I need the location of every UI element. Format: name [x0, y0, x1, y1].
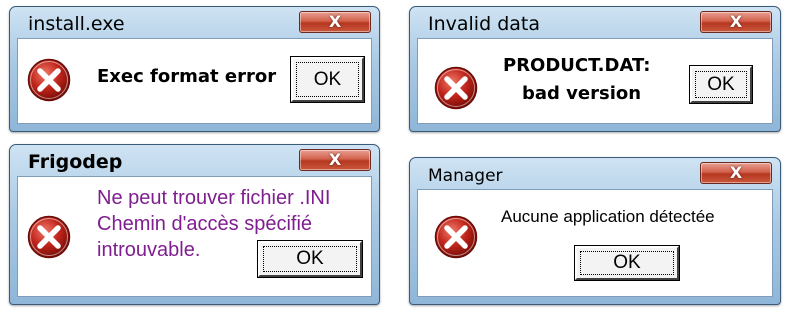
close-button[interactable]: X — [700, 11, 772, 33]
close-button[interactable]: X — [299, 149, 371, 171]
error-icon — [27, 58, 71, 102]
close-icon: X — [729, 12, 743, 31]
dialog-invalid-data: Invalid data X PRODUCT.DAT: bad version … — [409, 6, 781, 132]
ok-button-label: OK — [613, 252, 641, 273]
ok-button[interactable]: OK — [290, 56, 365, 103]
ok-button[interactable]: OK — [257, 240, 363, 278]
title-bar[interactable]: install.exe X — [10, 7, 379, 37]
dialog-title: install.exe — [28, 13, 125, 35]
ok-button[interactable]: OK — [574, 245, 680, 281]
dialog-body: Exec format error OK — [17, 38, 372, 124]
ok-button-label: OK — [313, 68, 342, 90]
error-icon — [27, 215, 71, 259]
ok-button-label: OK — [707, 73, 735, 95]
title-bar[interactable]: Invalid data X — [410, 7, 780, 37]
title-bar[interactable]: Manager X — [410, 158, 780, 188]
close-icon: X — [729, 163, 743, 182]
error-message: Aucune application détectée — [501, 207, 715, 226]
close-icon: X — [328, 12, 342, 31]
dialog-title: Frigodep — [28, 151, 123, 173]
error-message-line2: Chemin d'accès spécifié — [97, 213, 313, 235]
error-icon — [434, 215, 478, 259]
dialog-body: Ne peut trouver fichier .INI Chemin d'ac… — [17, 176, 372, 297]
error-message: Exec format error — [97, 66, 277, 87]
error-message-line1: Ne peut trouver fichier .INI — [97, 187, 331, 209]
title-bar[interactable]: Frigodep X — [10, 145, 379, 175]
close-button[interactable]: X — [299, 11, 371, 33]
error-icon — [434, 66, 478, 110]
dialog-body: Aucune application détectée OK — [417, 189, 773, 297]
dialog-title: Manager — [428, 166, 503, 186]
error-message-line1: PRODUCT.DAT: — [503, 55, 651, 76]
error-message-line2: bad version — [522, 83, 642, 104]
dialog-title: Invalid data — [428, 13, 540, 35]
close-button[interactable]: X — [700, 162, 772, 184]
ok-button[interactable]: OK — [689, 65, 753, 104]
dialog-body: PRODUCT.DAT: bad version OK — [417, 38, 773, 124]
error-message-line3: introuvable. — [97, 239, 201, 261]
ok-button-label: OK — [296, 248, 324, 269]
close-icon: X — [328, 150, 342, 169]
dialog-manager: Manager X Aucune application détectée OK — [409, 157, 781, 305]
dialog-frigodep: Frigodep X Ne peut trouver fichier .INI … — [9, 144, 380, 305]
dialog-install-exe: install.exe X Exec format error OK — [9, 6, 380, 132]
